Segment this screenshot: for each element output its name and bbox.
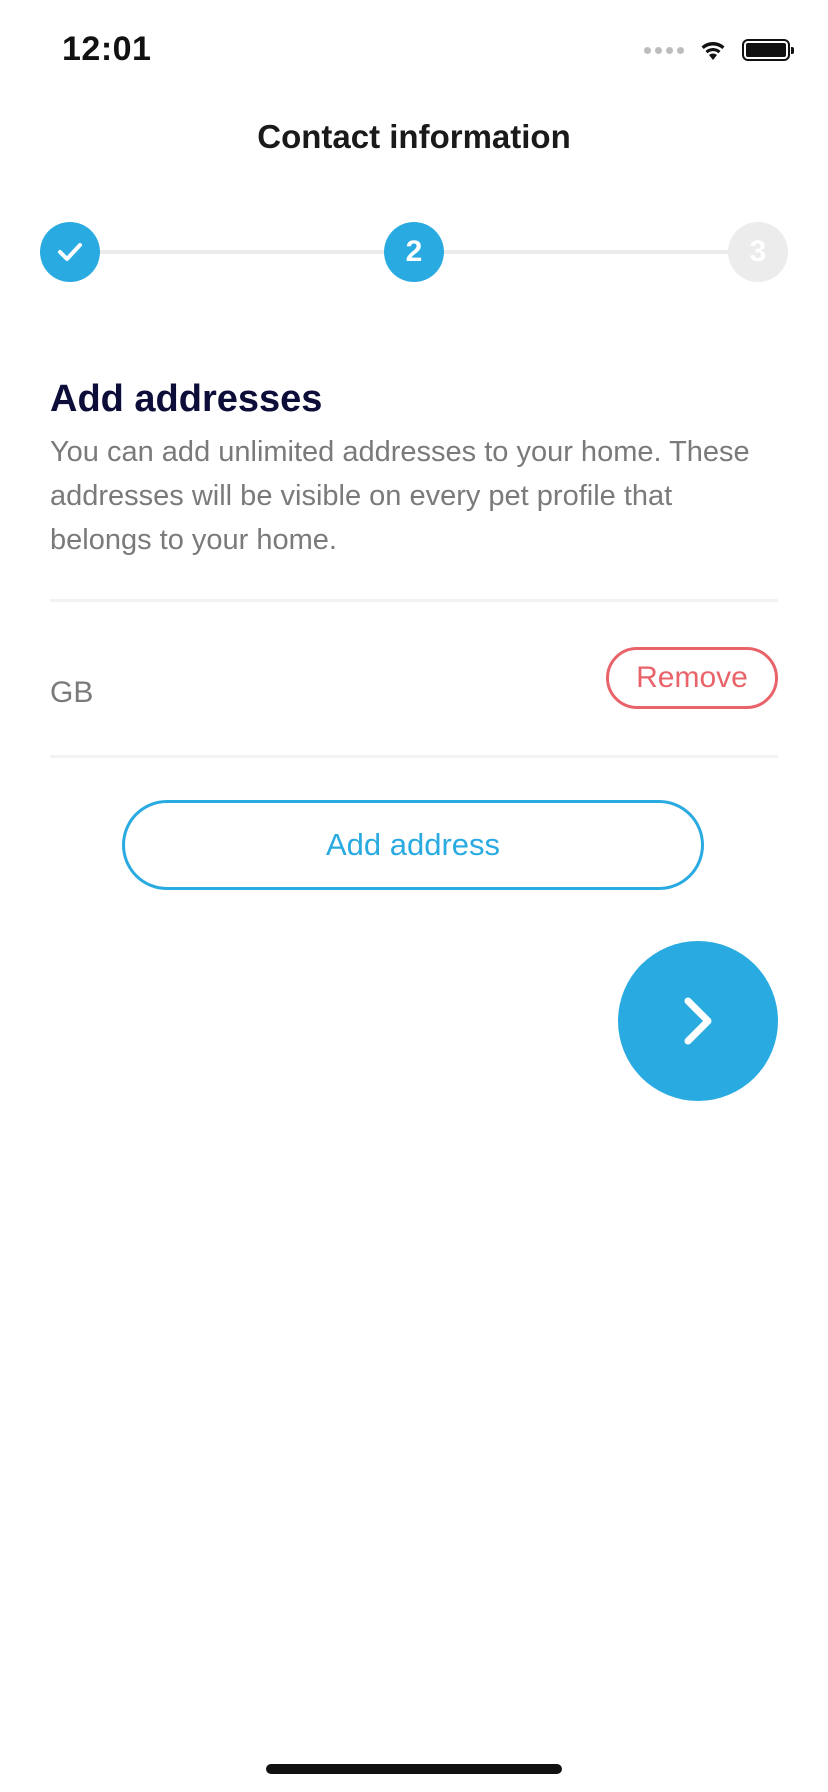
step-2-active: 2 [384, 222, 444, 282]
address-list-item: GB Remove [50, 602, 778, 755]
home-indicator [266, 1764, 562, 1774]
address-text: GB [50, 676, 94, 709]
progress-stepper: 2 3 [40, 222, 788, 282]
signal-icon [644, 46, 684, 54]
step-1-completed [40, 222, 100, 282]
next-button[interactable] [618, 941, 778, 1101]
status-icons [644, 36, 794, 64]
remove-address-button[interactable]: Remove [606, 647, 778, 709]
section-heading: Add addresses [50, 378, 323, 420]
check-icon [58, 243, 82, 261]
page-title: Contact information [257, 118, 571, 155]
battery-icon [742, 39, 794, 61]
status-bar: 12:01 [0, 0, 828, 100]
divider [50, 755, 778, 758]
step-3-inactive: 3 [728, 222, 788, 282]
section-description: You can add unlimited addresses to your … [50, 436, 750, 556]
chevron-right-icon [684, 997, 712, 1045]
status-time: 12:01 [62, 30, 152, 68]
add-address-button[interactable]: Add address [122, 800, 704, 890]
wifi-icon [701, 42, 725, 60]
